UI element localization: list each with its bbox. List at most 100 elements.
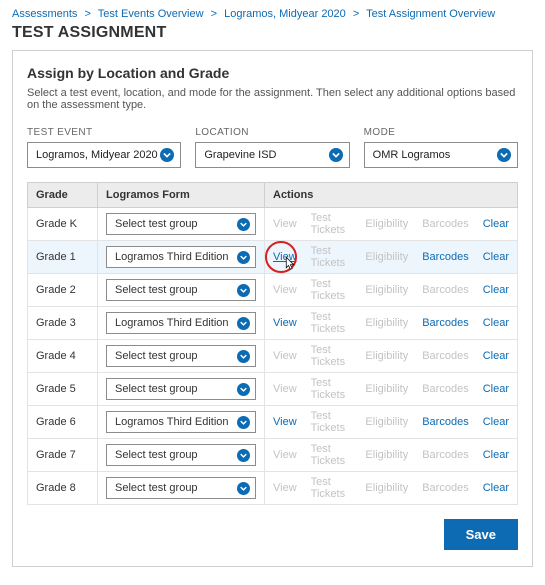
action-clear[interactable]: Clear <box>483 449 509 461</box>
table-row: Grade 8Select test groupViewTest Tickets… <box>28 472 518 505</box>
form-cell: Select test group <box>98 274 265 307</box>
action-test-tickets: Test Tickets <box>311 377 352 401</box>
grade-cell: Grade 7 <box>28 439 98 472</box>
form-dropdown[interactable]: Select test group <box>106 213 256 235</box>
action-barcodes: Barcodes <box>422 449 468 461</box>
action-eligibility: Eligibility <box>365 317 408 329</box>
form-value: Logramos Third Edition <box>115 251 229 263</box>
form-dropdown[interactable]: Logramos Third Edition <box>106 411 256 433</box>
chevron-down-icon <box>237 218 250 231</box>
table-row: Grade 7 Select test group View Test Tickets… <box>28 439 518 472</box>
form-dropdown[interactable]: Select test group <box>106 378 256 400</box>
action-barcodes: Barcodes <box>422 218 468 230</box>
action-view: View <box>273 482 297 494</box>
chevron-down-icon <box>237 416 250 429</box>
action-view[interactable]: View <box>273 317 297 329</box>
action-view: View <box>273 449 297 461</box>
chevron-down-icon <box>160 148 174 162</box>
form-value: Logramos Third Edition <box>115 317 229 329</box>
panel-desc: Select a test event, location, and mode … <box>27 87 518 111</box>
form-dropdown[interactable]: Select test group <box>106 279 256 301</box>
breadcrumb-test-events[interactable]: Test Events Overview <box>98 8 204 20</box>
action-clear[interactable]: Clear <box>483 383 509 395</box>
form-dropdown[interactable]: Logramos Third Edition <box>106 312 256 334</box>
form-dropdown[interactable]: Select test group <box>106 345 256 367</box>
breadcrumb-sep: > <box>84 8 90 20</box>
action-view: View <box>273 218 297 230</box>
grade-cell: Grade 5 <box>28 373 98 406</box>
action-barcodes: Barcodes <box>422 350 468 362</box>
actions-cell: ViewTest TicketsEligibilityBarcodesClear <box>265 373 518 406</box>
breadcrumb-event-name[interactable]: Logramos, Midyear 2020 <box>224 8 346 20</box>
table-row: Grade 5Select test groupViewTest Tickets… <box>28 373 518 406</box>
form-cell: Select test group <box>98 208 265 241</box>
action-view: View <box>273 350 297 362</box>
table-row: Grade 3 Logramos Third Edition View Test Ti… <box>28 307 518 340</box>
action-view[interactable]: View <box>273 416 297 428</box>
test-event-label: TEST EVENT <box>27 127 181 138</box>
form-cell: Select test group <box>98 340 265 373</box>
action-test-tickets: Test Tickets <box>311 212 352 236</box>
action-clear[interactable]: Clear <box>483 482 509 494</box>
action-barcodes: Barcodes <box>422 383 468 395</box>
form-dropdown[interactable]: Logramos Third Edition <box>106 246 256 268</box>
chevron-down-icon <box>237 383 250 396</box>
form-value: Select test group <box>115 482 198 494</box>
action-barcodes[interactable]: Barcodes <box>422 251 468 263</box>
action-clear[interactable]: Clear <box>483 416 509 428</box>
chevron-down-icon <box>237 449 250 462</box>
actions-cell: View Test Tickets Eligibility Barcodes Clear <box>265 307 518 340</box>
actions-cell: ViewTest TicketsEligibilityBarcodesClear <box>265 241 518 274</box>
chevron-down-icon <box>329 148 343 162</box>
action-clear[interactable]: Clear <box>483 350 509 362</box>
grade-cell: Grade 6 <box>28 406 98 439</box>
form-cell: Select test group <box>98 373 265 406</box>
action-barcodes[interactable]: Barcodes <box>422 416 468 428</box>
test-event-dropdown[interactable]: Logramos, Midyear 2020 <box>27 142 181 168</box>
action-clear[interactable]: Clear <box>483 218 509 230</box>
table-row: Grade 2 Select test group View Test Tickets… <box>28 274 518 307</box>
grade-cell: Grade 1 <box>28 241 98 274</box>
action-barcodes: Barcodes <box>422 284 468 296</box>
form-dropdown[interactable]: Select test group <box>106 444 256 466</box>
actions-cell: ViewTest TicketsEligibilityBarcodesClear <box>265 208 518 241</box>
form-value: Select test group <box>115 350 198 362</box>
location-value: Grapevine ISD <box>204 149 276 161</box>
actions-cell: ViewTest TicketsEligibilityBarcodesClear <box>265 439 518 472</box>
action-test-tickets: Test Tickets <box>311 278 352 302</box>
chevron-down-icon <box>237 251 250 264</box>
action-clear[interactable]: Clear <box>483 284 509 296</box>
panel-heading: Assign by Location and Grade <box>27 65 518 81</box>
breadcrumb-assignment-overview[interactable]: Test Assignment Overview <box>366 8 495 20</box>
breadcrumb-assessments[interactable]: Assessments <box>12 8 77 20</box>
action-eligibility: Eligibility <box>365 284 408 296</box>
form-cell: Select test group <box>98 472 265 505</box>
col-header-actions: Actions <box>265 183 518 208</box>
action-eligibility: Eligibility <box>365 416 408 428</box>
table-row: Grade 1Logramos Third EditionViewTest Ti… <box>28 241 518 274</box>
form-value: Select test group <box>115 383 198 395</box>
grade-cell: Grade 3 <box>28 307 98 340</box>
form-dropdown[interactable]: Select test group <box>106 477 256 499</box>
grade-cell: Grade 2 <box>28 274 98 307</box>
action-view: View <box>273 284 297 296</box>
action-view[interactable]: View <box>273 251 297 263</box>
form-cell: Logramos Third Edition <box>98 406 265 439</box>
save-button[interactable]: Save <box>444 519 518 550</box>
action-test-tickets: Test Tickets <box>311 344 352 368</box>
form-cell: Logramos Third Edition <box>98 307 265 340</box>
action-test-tickets: Test Tickets <box>311 311 352 335</box>
action-barcodes[interactable]: Barcodes <box>422 317 468 329</box>
action-test-tickets: Test Tickets <box>311 443 352 467</box>
mode-dropdown[interactable]: OMR Logramos <box>364 142 518 168</box>
chevron-down-icon <box>237 482 250 495</box>
actions-cell: ViewTest TicketsEligibilityBarcodesClear <box>265 406 518 439</box>
location-dropdown[interactable]: Grapevine ISD <box>195 142 349 168</box>
assignment-table: Grade Logramos Form Actions Grade KSelec… <box>27 182 518 505</box>
grade-cell: Grade 4 <box>28 340 98 373</box>
action-clear[interactable]: Clear <box>483 251 509 263</box>
mode-value: OMR Logramos <box>373 149 451 161</box>
action-clear[interactable]: Clear <box>483 317 509 329</box>
mode-label: MODE <box>364 127 518 138</box>
form-cell: Select test group <box>98 439 265 472</box>
